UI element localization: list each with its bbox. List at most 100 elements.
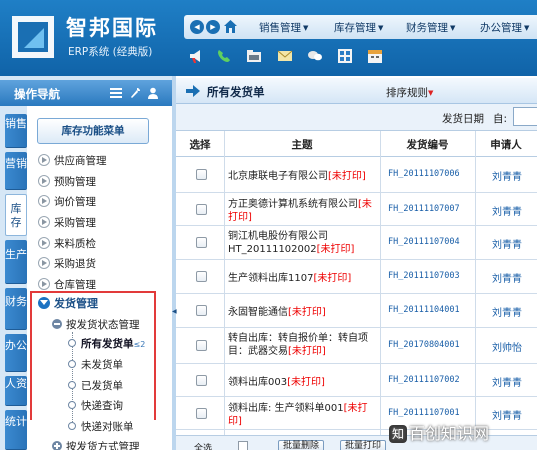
sort-rule-dropdown[interactable]: 排序规则▼ bbox=[386, 85, 433, 100]
table-row[interactable]: 领料出库003[未打印] FH_20111107002 刘青青 bbox=[176, 364, 537, 397]
user-icon[interactable] bbox=[147, 87, 159, 99]
row-shipment-code[interactable]: FH_20170804001 bbox=[388, 340, 460, 350]
row-checkbox[interactable] bbox=[196, 169, 207, 180]
vtab-hr[interactable]: 人资 bbox=[5, 376, 27, 406]
mail-icon[interactable] bbox=[277, 48, 293, 64]
row-checkbox[interactable] bbox=[196, 375, 207, 386]
select-all-checkbox[interactable] bbox=[238, 441, 248, 450]
tree-item-inquiry[interactable]: 询价管理 bbox=[38, 194, 96, 209]
vtab-sales[interactable]: 销售 bbox=[5, 114, 27, 148]
chevron-down-icon: ▼ bbox=[303, 24, 309, 32]
table-row[interactable]: 转自出库：转自报价单：转自项目：武器交易[未打印] FH_20170804001 刘… bbox=[176, 328, 537, 364]
tree-item-prepurchase[interactable]: 预购管理 bbox=[38, 174, 96, 189]
watermark-text: 百创知识网 bbox=[409, 424, 490, 443]
tree-leaf-unshipped[interactable]: 未发货单 bbox=[68, 357, 123, 372]
calendar-icon[interactable] bbox=[367, 48, 383, 64]
nav-menu-sales[interactable]: 销售管理 ▼ bbox=[259, 20, 308, 35]
tree-item-warehouse[interactable]: 仓库管理 bbox=[38, 277, 96, 292]
tree-item-purchase-return[interactable]: 采购退货 bbox=[38, 256, 96, 271]
row-checkbox[interactable] bbox=[196, 237, 207, 248]
row-subject-link[interactable]: 铜江机电股份有限公司HT_20111102002[未打印] bbox=[228, 230, 376, 256]
expand-arrow-icon bbox=[38, 154, 50, 166]
table-row[interactable]: 永固智能通信[未打印] FH_20111104001 刘青青 bbox=[176, 294, 537, 328]
row-applicant[interactable]: 刘青青 bbox=[492, 270, 522, 285]
tree-leaf-express-statement[interactable]: 快递对账单 bbox=[68, 419, 134, 434]
row-subject-link[interactable]: 领料出库: 生产领料单001[未打印] bbox=[228, 402, 376, 428]
batch-delete-button[interactable]: 批量删除 bbox=[278, 440, 325, 450]
folder-icon[interactable] bbox=[246, 48, 262, 64]
date-from-input[interactable] bbox=[513, 107, 537, 126]
table-row[interactable]: 生产领料出库1107[未打印] FH_20111107003 刘青青 bbox=[176, 260, 537, 294]
row-checkbox[interactable] bbox=[196, 204, 207, 215]
vtab-finance[interactable]: 财务 bbox=[5, 288, 27, 330]
home-icon[interactable] bbox=[223, 19, 238, 34]
tree-leaf-shipped[interactable]: 已发货单 bbox=[68, 378, 123, 393]
chevron-down-icon: ▼ bbox=[524, 24, 530, 32]
row-shipment-code[interactable]: FH_20111104001 bbox=[388, 305, 460, 315]
expand-arrow-icon bbox=[38, 257, 50, 269]
col-header-applicant[interactable]: 申请人 bbox=[475, 137, 537, 152]
table-row[interactable]: 铜江机电股份有限公司HT_20111102002[未打印] FH_20111107… bbox=[176, 226, 537, 260]
tree-subgroup-by-method[interactable]: 按发货方式管理 bbox=[52, 439, 140, 450]
phone-icon[interactable] bbox=[216, 48, 232, 64]
row-checkbox[interactable] bbox=[196, 271, 207, 282]
nav-back-arrow-icon[interactable]: ◀ bbox=[190, 20, 204, 34]
col-header-subject[interactable]: 主题 bbox=[224, 137, 380, 152]
tree-item-incoming-qc[interactable]: 来料质检 bbox=[38, 236, 96, 251]
row-shipment-code[interactable]: FH_20111107006 bbox=[388, 169, 460, 179]
row-checkbox[interactable] bbox=[196, 408, 207, 419]
tree-leaf-express-query[interactable]: 快递查询 bbox=[68, 398, 123, 413]
wrench-icon[interactable] bbox=[129, 87, 141, 99]
inventory-function-menu-button[interactable]: 库存功能菜单 bbox=[37, 118, 149, 144]
row-applicant[interactable]: 刘青青 bbox=[492, 407, 522, 422]
vtab-inventory[interactable]: 库存 bbox=[5, 194, 27, 236]
nav-forward-arrow-icon[interactable]: ▶ bbox=[206, 20, 220, 34]
tree-item-purchase[interactable]: 采购管理 bbox=[38, 215, 96, 230]
list-icon[interactable] bbox=[110, 87, 122, 99]
row-applicant[interactable]: 刘青青 bbox=[492, 203, 522, 218]
row-subject-link[interactable]: 北京康联电子有限公司[未打印] bbox=[228, 170, 376, 183]
table-row[interactable]: 北京康联电子有限公司[未打印] FH_20111107006 刘青青 bbox=[176, 157, 537, 193]
nav-menu-office[interactable]: 办公管理 ▼ bbox=[480, 20, 529, 35]
row-shipment-code[interactable]: FH_20111107001 bbox=[388, 408, 460, 418]
row-checkbox[interactable] bbox=[196, 305, 207, 316]
vtab-stats[interactable]: 统计 bbox=[5, 410, 27, 450]
chat-icon[interactable] bbox=[307, 48, 323, 64]
logo-icon bbox=[12, 16, 54, 58]
row-applicant[interactable]: 刘青青 bbox=[492, 374, 522, 389]
unprinted-tag: [未打印] bbox=[288, 346, 326, 357]
row-shipment-code[interactable]: FH_20111107003 bbox=[388, 271, 460, 281]
tree-subgroup-by-status[interactable]: 按发货状态管理 bbox=[52, 317, 140, 332]
row-applicant[interactable]: 刘青青 bbox=[492, 168, 522, 183]
vtab-marketing[interactable]: 营销 bbox=[5, 152, 27, 190]
row-subject-link[interactable]: 生产领料出库1107[未打印] bbox=[228, 272, 376, 285]
batch-print-button[interactable]: 批量打印 bbox=[340, 440, 387, 450]
nav-menu-inventory[interactable]: 库存管理 ▼ bbox=[334, 20, 383, 35]
left-sidebar: 操作导航 销售 营销 库存 生产 财务 办公 人资 统计 库存功能菜单 供应商管… bbox=[0, 76, 172, 450]
row-applicant[interactable]: 刘青青 bbox=[492, 304, 522, 319]
row-checkbox[interactable] bbox=[196, 340, 207, 351]
row-subject-link[interactable]: 方正奥德计算机系统有限公司[未打印] bbox=[228, 198, 376, 224]
col-header-code[interactable]: 发货编号 bbox=[380, 137, 475, 152]
table-row[interactable]: 方正奥德计算机系统有限公司[未打印] FH_20111107007 刘青青 bbox=[176, 193, 537, 226]
tree-group-shipping[interactable]: 发货管理 bbox=[38, 295, 98, 311]
grid-icon[interactable] bbox=[337, 48, 353, 64]
filter-row: 发货日期 自: bbox=[176, 104, 537, 130]
row-subject-link[interactable]: 永固智能通信[未打印] bbox=[228, 306, 376, 319]
row-subject-link[interactable]: 领料出库003[未打印] bbox=[228, 376, 376, 389]
row-applicant[interactable]: 刘青青 bbox=[492, 236, 522, 251]
nav-menu-finance[interactable]: 财务管理 ▼ bbox=[406, 20, 455, 35]
megaphone-icon[interactable] bbox=[188, 48, 204, 64]
vtab-production[interactable]: 生产 bbox=[5, 240, 27, 284]
row-shipment-code[interactable]: FH_20111107002 bbox=[388, 375, 460, 385]
tree-leaf-all-shipments[interactable]: 所有发货单≤2 bbox=[68, 336, 145, 351]
ship-date-label: 发货日期 bbox=[442, 113, 484, 125]
row-applicant[interactable]: 刘帅怡 bbox=[492, 339, 522, 354]
col-header-select[interactable]: 选择 bbox=[176, 137, 224, 152]
vtab-office[interactable]: 办公 bbox=[5, 334, 27, 372]
row-subject-link[interactable]: 转自出库：转自报价单：转自项目：武器交易[未打印] bbox=[228, 332, 376, 358]
row-shipment-code[interactable]: FH_20111107007 bbox=[388, 204, 460, 214]
node-dot-icon bbox=[68, 360, 76, 368]
tree-item-supplier[interactable]: 供应商管理 bbox=[38, 153, 107, 168]
row-shipment-code[interactable]: FH_20111107004 bbox=[388, 237, 460, 247]
